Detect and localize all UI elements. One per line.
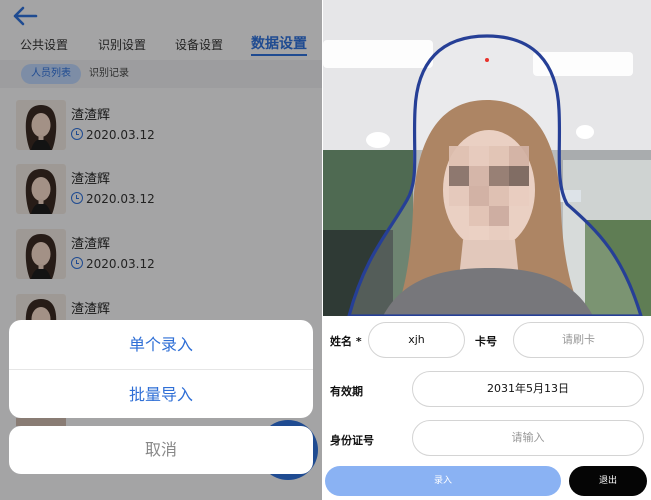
person-list-screen: 公共设置 识别设置 设备设置 数据设置 人员列表 识别记录 渣渣辉 2020.0… xyxy=(0,0,322,500)
modal-overlay[interactable] xyxy=(0,0,322,500)
validity-label: 有效期 xyxy=(330,385,363,398)
card-number-input[interactable]: 请刷卡 xyxy=(513,322,644,358)
camera-preview xyxy=(323,0,651,316)
submit-entry-button[interactable]: 录入 xyxy=(325,466,561,496)
name-label: 姓名 * xyxy=(330,335,362,348)
cancel-button[interactable]: 取消 xyxy=(9,426,313,474)
id-number-input[interactable]: 请输入 xyxy=(412,420,644,456)
face-entry-screen: 姓名 * xjh 卡号 请刷卡 有效期 2031年5月13日 身份证号 请输入 … xyxy=(323,0,651,500)
exit-button[interactable]: 退出 xyxy=(569,466,647,496)
name-input[interactable]: xjh xyxy=(368,322,465,358)
validity-date-picker[interactable]: 2031年5月13日 xyxy=(412,371,644,407)
single-entry-option[interactable]: 单个录入 xyxy=(9,320,313,369)
action-sheet: 单个录入 批量导入 xyxy=(9,320,313,418)
batch-import-option[interactable]: 批量导入 xyxy=(9,370,313,418)
card-label: 卡号 xyxy=(475,335,497,348)
id-number-label: 身份证号 xyxy=(330,434,374,447)
